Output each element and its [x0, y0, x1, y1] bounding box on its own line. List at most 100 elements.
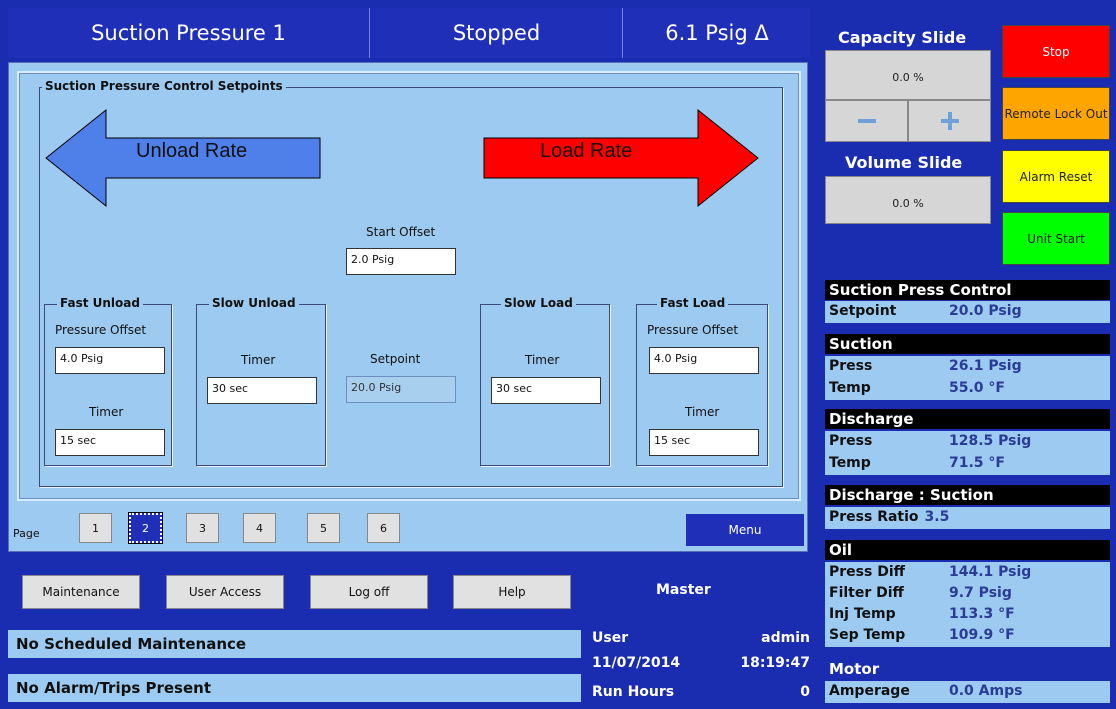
motor-amperage-label: Amperage [829, 683, 910, 699]
page-selector: 1 2 3 4 5 6 [79, 512, 400, 544]
setpoints-group-title: Suction Pressure Control Setpoints [42, 79, 286, 93]
header-pressure-cell: 6.1 Psig Δ [624, 8, 810, 58]
fast-load-timer-label: Timer [685, 405, 720, 419]
suction-temp-value: 55.0 °F [949, 380, 1005, 396]
run-hours-value: 0 [800, 684, 810, 700]
slow-load-timer-label: Timer [525, 353, 560, 367]
discharge-title: Discharge [825, 409, 1110, 429]
unload-rate-label: Unload Rate [136, 140, 248, 162]
volume-slide-title: Volume Slide [845, 153, 963, 172]
suction-setpoint-label: Setpoint [829, 303, 897, 319]
slow-load-group: Slow Load Timer 30 sec [480, 296, 610, 466]
fast-load-timer-field[interactable]: 15 sec [649, 429, 759, 456]
compressor-status: Stopped [452, 21, 541, 45]
fast-load-title: Fast Load [657, 296, 729, 310]
fast-load-group: Fast Load Pressure Offset 4.0 Psig Timer… [636, 296, 768, 466]
suction-title: Suction [825, 334, 1110, 354]
user-access-button[interactable]: User Access [166, 575, 284, 609]
help-button[interactable]: Help [453, 575, 571, 609]
oil-title: Oil [825, 540, 1110, 560]
time-display: 18:19:47 [740, 655, 810, 671]
volume-slide-readout: 0.0 % [825, 176, 991, 224]
start-offset-field[interactable]: 2.0 Psig [346, 248, 456, 275]
suction-temp-label: Temp [829, 380, 871, 396]
discharge-press-value: 128.5 Psig [949, 433, 1032, 449]
ratio-title: Discharge : Suction [825, 485, 1110, 505]
setpoint-field: 20.0 Psig [346, 376, 456, 403]
slow-unload-timer-label: Timer [241, 353, 276, 367]
header-status-cell: Stopped [371, 8, 623, 58]
log-off-button[interactable]: Log off [310, 575, 428, 609]
oil-press-diff-row: Press Diff 144.1 Psig [825, 562, 1110, 584]
suction-press-label: Press [829, 358, 873, 374]
load-rate-label: Load Rate [540, 140, 633, 162]
slow-unload-timer-field[interactable]: 30 sec [207, 377, 317, 404]
master-label: Master [656, 582, 711, 598]
page-label: Page [13, 527, 40, 540]
page-button-2[interactable]: 2 [128, 512, 163, 544]
fast-unload-title: Fast Unload [57, 296, 143, 310]
oil-inj-temp-label: Inj Temp [829, 606, 896, 622]
fast-load-pressure-field[interactable]: 4.0 Psig [649, 347, 759, 374]
capacity-slide-title: Capacity Slide [838, 28, 967, 47]
minus-icon [857, 119, 876, 123]
page-button-1[interactable]: 1 [79, 513, 112, 543]
header-title-cell: Suction Pressure 1 [8, 8, 370, 58]
capacity-slide-readout: 0.0 % [825, 50, 991, 100]
suction-temp-row: Temp 55.0 °F [825, 378, 1110, 400]
setpoints-group: Suction Pressure Control Setpoints Unloa… [39, 79, 783, 487]
unit-start-button[interactable]: Unit Start [1002, 212, 1110, 265]
oil-sep-temp-row: Sep Temp 109.9 °F [825, 625, 1110, 647]
oil-sep-temp-value: 109.9 °F [949, 627, 1015, 643]
oil-filter-diff-row: Filter Diff 9.7 Psig [825, 583, 1110, 605]
fast-unload-pressure-field[interactable]: 4.0 Psig [55, 347, 165, 374]
press-ratio-label: Press Ratio [829, 509, 919, 525]
slow-unload-group: Slow Unload Timer 30 sec [196, 296, 326, 466]
suction-press-value: 26.1 Psig [949, 358, 1022, 374]
motor-amperage-value: 0.0 Amps [949, 683, 1023, 699]
page-button-4[interactable]: 4 [243, 513, 276, 543]
pressure-delta-readout: 6.1 Psig Δ [665, 21, 769, 45]
page-button-5[interactable]: 5 [307, 513, 340, 543]
capacity-increase-button[interactable] [908, 100, 991, 142]
slow-unload-title: Slow Unload [209, 296, 299, 310]
fast-load-pressure-label: Pressure Offset [647, 323, 739, 337]
oil-filter-diff-label: Filter Diff [829, 585, 904, 601]
remote-lock-out-button[interactable]: Remote Lock Out [1002, 87, 1110, 140]
press-ratio-value: 3.5 [924, 509, 950, 525]
discharge-temp-value: 71.5 °F [949, 455, 1005, 471]
discharge-temp-label: Temp [829, 455, 871, 471]
plus-icon [940, 112, 959, 130]
fast-unload-pressure-label: Pressure Offset [55, 323, 147, 337]
user-label: User [592, 630, 629, 646]
slow-load-timer-field[interactable]: 30 sec [491, 377, 601, 404]
menu-button[interactable]: Menu [686, 514, 804, 546]
date-display: 11/07/2014 [592, 655, 681, 671]
maintenance-button[interactable]: Maintenance [22, 575, 140, 609]
discharge-temp-row: Temp 71.5 °F [825, 453, 1110, 475]
oil-sep-temp-label: Sep Temp [829, 627, 906, 643]
capacity-decrease-button[interactable] [825, 100, 908, 142]
motor-amperage-row: Amperage 0.0 Amps [825, 681, 1110, 703]
alarm-reset-button[interactable]: Alarm Reset [1002, 150, 1110, 203]
oil-press-diff-value: 144.1 Psig [949, 564, 1032, 580]
setpoints-frame: Suction Pressure Control Setpoints Unloa… [17, 71, 801, 501]
motor-title: Motor [825, 659, 1110, 679]
oil-press-diff-label: Press Diff [829, 564, 905, 580]
setpoints-panel: Suction Pressure Control Setpoints Unloa… [8, 62, 808, 552]
suction-setpoint-value: 20.0 Psig [949, 303, 1022, 319]
oil-inj-temp-value: 113.3 °F [949, 606, 1015, 622]
slow-load-title: Slow Load [501, 296, 576, 310]
page-button-6[interactable]: 6 [367, 513, 400, 543]
run-hours-label: Run Hours [592, 684, 675, 700]
suction-press-control-title: Suction Press Control [825, 280, 1110, 300]
stop-button[interactable]: Stop [1002, 25, 1110, 78]
fast-unload-timer-label: Timer [89, 405, 124, 419]
discharge-press-label: Press [829, 433, 873, 449]
suction-press-row: Press 26.1 Psig [825, 356, 1110, 378]
alarm-status-bar: No Alarm/Trips Present [8, 674, 581, 702]
fast-unload-timer-field[interactable]: 15 sec [55, 429, 165, 456]
press-ratio-row: Press Ratio 3.5 [825, 507, 1110, 529]
page-button-3[interactable]: 3 [186, 513, 219, 543]
fast-unload-group: Fast Unload Pressure Offset 4.0 Psig Tim… [44, 296, 172, 466]
